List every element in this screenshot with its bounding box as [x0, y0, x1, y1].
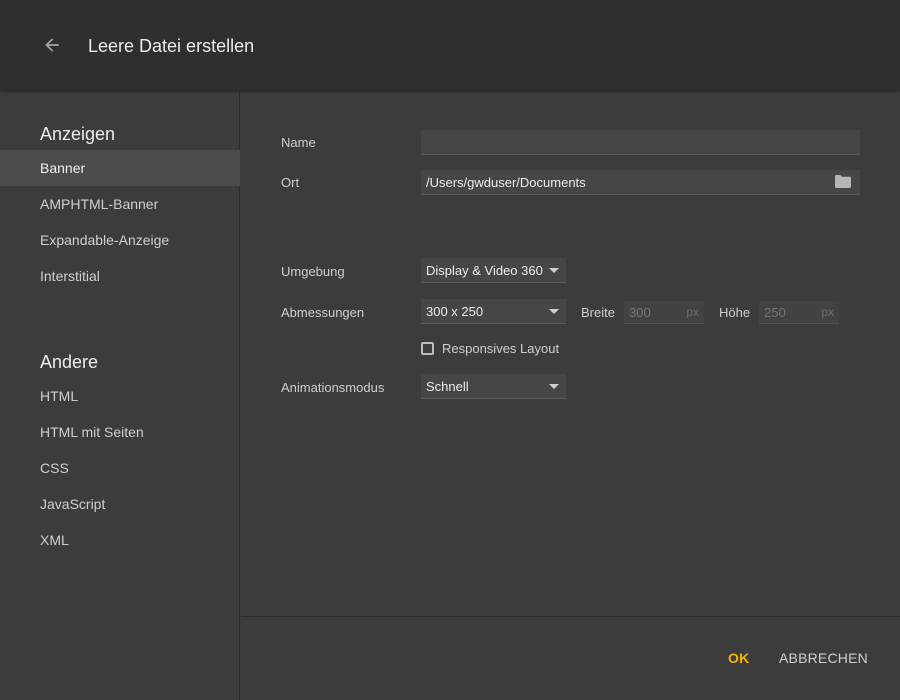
dimensions-label: Abmessungen: [281, 305, 365, 320]
browse-folder-button[interactable]: [834, 174, 854, 190]
sidebar-item-css[interactable]: CSS: [0, 450, 240, 486]
environment-label: Umgebung: [281, 264, 345, 279]
width-value: 300: [629, 304, 651, 320]
caret-down-icon: [549, 309, 559, 314]
animation-mode-value: Schnell: [426, 378, 469, 394]
location-label: Ort: [281, 175, 300, 190]
dialog-footer: OK ABBRECHEN: [241, 616, 900, 700]
ok-button[interactable]: OK: [728, 650, 749, 666]
sidebar-item-html[interactable]: HTML: [0, 378, 240, 414]
responsive-layout-checkbox[interactable]: Responsives Layout: [421, 341, 559, 356]
height-input[interactable]: 250 px: [759, 301, 839, 324]
arrow-left-icon: [45, 38, 59, 52]
location-input[interactable]: [421, 170, 860, 195]
height-value: 250: [764, 304, 786, 320]
folder-icon: [835, 175, 851, 188]
animation-mode-label: Animationsmodus: [281, 380, 385, 395]
sidebar-item-expandable[interactable]: Expandable-Anzeige: [0, 222, 240, 258]
width-label: Breite: [581, 305, 615, 320]
responsive-layout-label: Responsives Layout: [442, 341, 560, 356]
sidebar-item-html-pages[interactable]: HTML mit Seiten: [0, 414, 240, 450]
back-button[interactable]: [38, 31, 66, 59]
section-title-andere: Andere: [40, 352, 99, 372]
sidebar-item-banner[interactable]: Banner: [0, 150, 240, 186]
sidebar-item-amphtml-banner[interactable]: AMPHTML-Banner: [0, 186, 240, 222]
section-title-anzeigen: Anzeigen: [40, 124, 116, 144]
dimensions-value: 300 x 250: [426, 303, 484, 319]
name-input[interactable]: [421, 130, 860, 155]
sidebar-item-javascript[interactable]: JavaScript: [0, 486, 240, 522]
checkbox-unchecked-icon: [421, 342, 434, 355]
dimensions-dropdown[interactable]: 300 x 250: [421, 299, 566, 324]
name-label: Name: [281, 135, 316, 150]
width-unit: px: [686, 305, 699, 319]
create-file-dialog: Leere Datei erstellen Anzeigen Banner AM…: [0, 0, 900, 700]
width-input[interactable]: 300 px: [624, 301, 704, 324]
file-type-sidebar: Anzeigen Banner AMPHTML-Banner Expandabl…: [0, 90, 240, 700]
height-label: Höhe: [719, 305, 751, 320]
dialog-title: Leere Datei erstellen: [88, 36, 255, 56]
sidebar-item-interstitial[interactable]: Interstitial: [0, 258, 240, 294]
height-unit: px: [821, 305, 834, 319]
caret-down-icon: [549, 268, 559, 273]
sidebar-item-xml[interactable]: XML: [0, 522, 240, 558]
caret-down-icon: [549, 384, 559, 389]
environment-dropdown[interactable]: Display & Video 360: [421, 258, 566, 283]
environment-value: Display & Video 360: [426, 262, 543, 278]
cancel-button[interactable]: ABBRECHEN: [779, 650, 868, 666]
file-settings-form: Name Ort Umgebung Display & Video 360 Ab…: [241, 90, 900, 616]
dialog-header: Leere Datei erstellen: [0, 0, 900, 90]
animation-mode-dropdown[interactable]: Schnell: [421, 374, 566, 399]
